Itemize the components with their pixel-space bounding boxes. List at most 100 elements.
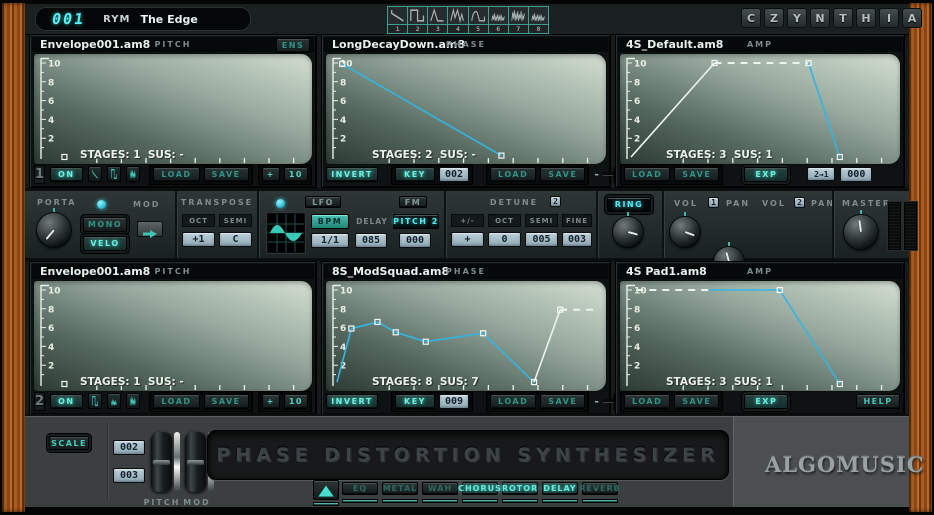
slider-minus-label[interactable]: -: [594, 168, 599, 181]
key-value[interactable]: 002: [439, 167, 469, 182]
envelope-graph[interactable]: STAGES: 1 SUS: - 108642: [33, 280, 313, 392]
fx-panel-toggle-button[interactable]: [313, 480, 339, 500]
save-button[interactable]: SAVE: [540, 167, 585, 182]
on-button[interactable]: ON: [50, 394, 83, 409]
master-knob[interactable]: [844, 215, 878, 249]
range-value[interactable]: 10: [284, 394, 308, 409]
wave-slot-4[interactable]: 4: [448, 7, 468, 33]
fx-reverb-button[interactable]: REVERB: [582, 482, 618, 495]
fx-chorus-button[interactable]: CHORUS: [462, 482, 498, 495]
transpose-oct-value[interactable]: +1: [182, 232, 215, 247]
on-button[interactable]: ON: [50, 167, 83, 182]
wave-slot-3[interactable]: 3: [428, 7, 448, 33]
mod-wheel-label: MOD: [177, 498, 217, 507]
envelope-graph[interactable]: STAGES: 2 SUS: - 108642: [325, 53, 607, 165]
logo-letter-z[interactable]: Z: [764, 8, 784, 28]
noise-wave-icon[interactable]: [126, 166, 140, 182]
logo-letter-t[interactable]: T: [833, 8, 853, 28]
lfo-rate-value[interactable]: 1/1: [311, 233, 349, 248]
exp-button[interactable]: EXP: [744, 394, 788, 409]
ring-knob[interactable]: [613, 217, 643, 247]
wave-slot-7[interactable]: 7: [509, 7, 529, 33]
fx-rotor-button[interactable]: ROTOR: [502, 482, 538, 495]
wave-slot-2[interactable]: 2: [408, 7, 428, 33]
wave-slot-8[interactable]: 8: [529, 7, 548, 33]
logo-letter-y[interactable]: Y: [787, 8, 807, 28]
lfo-button[interactable]: LFO: [305, 196, 341, 208]
pitch-bend-range-value[interactable]: 002: [113, 440, 145, 455]
panel-title-bar: 4S Pad1.am8 AMP: [618, 264, 902, 279]
ens-button[interactable]: ENS: [276, 38, 310, 53]
range-value[interactable]: 10: [284, 167, 308, 182]
pitch2-fm-button[interactable]: PITCH 2: [393, 214, 439, 229]
envelope-graph[interactable]: STAGES: 1 SUS: - 108642: [33, 53, 313, 165]
key-value[interactable]: 009: [439, 394, 469, 409]
scale-button[interactable]: SCALE: [49, 436, 89, 450]
load-button[interactable]: LOAD: [624, 167, 670, 182]
envelope-graph[interactable]: STAGES: 8 SUS: 7 108642: [325, 280, 607, 392]
help-button[interactable]: HELP: [856, 394, 900, 409]
envelope-graph[interactable]: STAGES: 3 SUS: 1 108642: [619, 280, 901, 392]
envelope-row-2: Envelope001.am8 PITCH STAGES: 1 SUS: - 1…: [25, 261, 909, 415]
mono-button[interactable]: MONO: [83, 217, 127, 232]
load-button[interactable]: LOAD: [624, 394, 670, 409]
save-button[interactable]: SAVE: [540, 394, 585, 409]
bpm-sync-button[interactable]: BPM: [311, 214, 349, 229]
square-wave-icon[interactable]: [88, 393, 102, 409]
fx-delay-button[interactable]: DELAY: [542, 482, 578, 495]
save-button[interactable]: SAVE: [674, 167, 719, 182]
load-button[interactable]: LOAD: [153, 394, 199, 409]
invert-button[interactable]: INVERT: [326, 167, 378, 182]
mod-route-button[interactable]: [137, 221, 163, 237]
fm-button[interactable]: FM: [399, 196, 427, 208]
vol1-knob[interactable]: [670, 217, 700, 247]
porta-knob[interactable]: [37, 213, 71, 247]
detune-oct-value[interactable]: 0: [488, 232, 521, 247]
noise-wave-icon[interactable]: [126, 393, 140, 409]
range-plus-button[interactable]: +: [262, 394, 280, 409]
lfo-wave-display[interactable]: [267, 213, 305, 253]
load-button[interactable]: LOAD: [490, 167, 536, 182]
arrow-right-icon: [142, 224, 158, 234]
copy-value[interactable]: 000: [840, 167, 872, 182]
logo-letter-h[interactable]: H: [856, 8, 876, 28]
wave-slot-6[interactable]: 6: [489, 7, 509, 33]
logo-letter-c[interactable]: C: [741, 8, 761, 28]
load-button[interactable]: LOAD: [153, 167, 199, 182]
mod-wheel[interactable]: [185, 432, 206, 492]
mod-range-value[interactable]: 003: [113, 468, 145, 483]
ring-button[interactable]: RING: [607, 197, 651, 212]
detune-semi-value[interactable]: 005: [525, 232, 558, 247]
velo-button[interactable]: VELO: [83, 236, 127, 251]
lfo-delay-value[interactable]: 085: [355, 233, 387, 248]
load-button[interactable]: LOAD: [490, 394, 536, 409]
invert-button[interactable]: INVERT: [326, 394, 378, 409]
noise-wave-icon[interactable]: [107, 393, 121, 409]
fx-eq-button[interactable]: EQ: [342, 482, 378, 495]
logo-letter-i[interactable]: I: [879, 8, 899, 28]
save-button[interactable]: SAVE: [204, 394, 249, 409]
slider-minus-label[interactable]: -: [594, 395, 599, 408]
exp-button[interactable]: EXP: [744, 167, 788, 182]
preset-display[interactable]: 001 RYM The Edge: [35, 7, 251, 31]
range-plus-button[interactable]: +: [262, 167, 280, 182]
square-wave-icon[interactable]: [107, 166, 121, 182]
copy-2-to-1-button[interactable]: 2→1: [807, 167, 835, 181]
fm-amount-value[interactable]: 000: [399, 233, 431, 248]
wave-slot-1[interactable]: 1: [388, 7, 408, 33]
detune-fine-value[interactable]: 003: [562, 232, 592, 247]
save-button[interactable]: SAVE: [204, 167, 249, 182]
transpose-semi-value[interactable]: C: [219, 232, 252, 247]
logo-letter-n[interactable]: N: [810, 8, 830, 28]
fx-wah-button[interactable]: WAH: [422, 482, 458, 495]
logo-letter-a[interactable]: A: [902, 8, 922, 28]
key-button[interactable]: KEY: [395, 394, 435, 409]
envelope-graph[interactable]: STAGES: 3 SUS: 1 108642: [619, 53, 901, 165]
wave-slot-5[interactable]: 5: [469, 7, 489, 33]
pitch-wheel[interactable]: [151, 432, 172, 492]
fx-metal-button[interactable]: METAL: [382, 482, 418, 495]
saw-wave-icon[interactable]: [88, 166, 102, 182]
detune-sign-value[interactable]: +: [451, 232, 484, 247]
key-button[interactable]: KEY: [395, 167, 435, 182]
save-button[interactable]: SAVE: [674, 394, 719, 409]
